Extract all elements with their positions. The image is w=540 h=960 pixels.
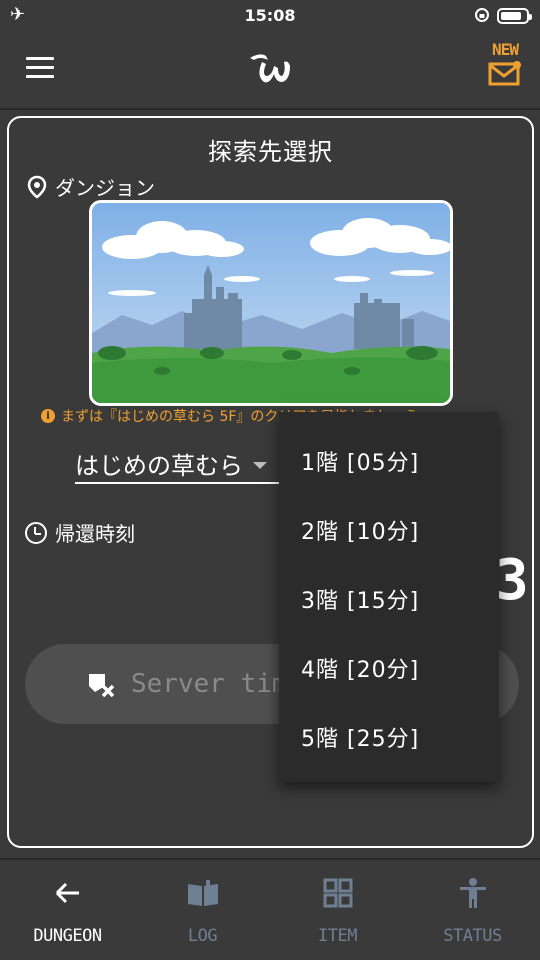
app-bar: NEW (0, 32, 540, 110)
nav-dungeon[interactable]: DUNGEON (0, 860, 135, 960)
return-time-value: 3 (495, 548, 529, 613)
page-title: 探索先選択 (208, 138, 333, 166)
mail-icon (488, 61, 521, 86)
app-logo-icon (250, 54, 290, 83)
dungeon-label-text: ダンジョン (55, 176, 155, 200)
new-mail-button[interactable]: NEW (484, 40, 526, 98)
nav-log[interactable]: LOG (135, 860, 270, 960)
floor-option-5[interactable]: 5階 [25分] (279, 702, 499, 771)
dungeon-select[interactable]: はじめの草むら (75, 444, 295, 484)
nav-status-label: STATUS (443, 926, 502, 946)
dungeon-label: ダンジョン (27, 172, 155, 201)
arrow-left-icon (55, 882, 79, 904)
nav-item-label: ITEM (318, 926, 357, 946)
return-time-label: 帰還時刻 (25, 518, 135, 547)
return-time-label-text: 帰還時刻 (55, 522, 135, 546)
floor-option-4[interactable]: 4階 [20分] (279, 633, 499, 702)
no-connection-icon (89, 674, 115, 698)
nav-status[interactable]: STATUS (405, 860, 540, 960)
clock-icon (25, 521, 47, 544)
dropdown-caret-icon (253, 461, 267, 469)
status-time: 15:08 (244, 6, 296, 25)
info-icon: i (41, 409, 55, 423)
floor-option-2[interactable]: 2階 [10分] (279, 495, 499, 564)
battery-icon (497, 8, 532, 24)
person-icon (459, 878, 486, 908)
nav-item[interactable]: ITEM (270, 860, 405, 960)
nav-log-label: LOG (187, 926, 218, 946)
floor-option-3[interactable]: 3階 [15分] (279, 564, 499, 633)
dungeon-preview-image (89, 200, 453, 406)
dungeon-select-value: はじめの草むら (75, 451, 243, 480)
orientation-lock-icon (475, 8, 489, 22)
new-badge: NEW (492, 40, 519, 59)
grid-icon (323, 878, 352, 908)
server-time-button-label: Server time (131, 669, 304, 699)
header-divider (0, 108, 540, 110)
book-icon (187, 880, 218, 906)
location-pin-icon (27, 175, 47, 199)
floor-option-1[interactable]: 1階 [05分] (279, 426, 499, 495)
bottom-navigation: DUNGEON LOG ITEM STATUS (0, 858, 540, 960)
status-bar: ✈ 15:08 (0, 0, 540, 32)
nav-dungeon-label: DUNGEON (33, 926, 102, 946)
hamburger-menu-icon[interactable] (26, 57, 54, 79)
floor-dropdown-menu: 1階 [05分] 2階 [10分] 3階 [15分] 4階 [20分] 5階 [… (279, 412, 499, 782)
